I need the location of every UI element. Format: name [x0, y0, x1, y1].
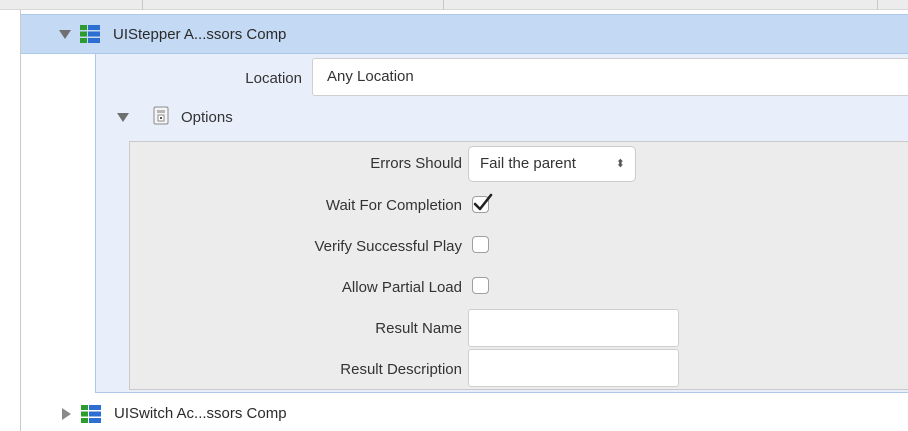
step-title: UISwitch Ac...ssors Comp: [114, 405, 287, 422]
document-options-icon: [153, 106, 171, 126]
wait-for-completion-label: Wait For Completion: [325, 197, 462, 214]
errors-should-value: Fail the parent: [480, 155, 576, 172]
disclosure-triangle-expanded-icon[interactable]: [59, 29, 71, 39]
result-name-label: Result Name: [375, 320, 462, 337]
allow-partial-load-label: Allow Partial Load: [341, 279, 462, 296]
checkmark-icon: [473, 193, 493, 211]
disclosure-triangle-collapsed-icon[interactable]: [62, 407, 71, 420]
options-label: Options: [181, 109, 233, 126]
green-blue-stack-icon: [79, 24, 101, 44]
step-row-uistepper[interactable]: UIStepper A...ssors Comp: [21, 14, 908, 54]
verify-successful-play-checkbox[interactable]: [472, 236, 489, 253]
errors-should-label: Errors Should: [370, 155, 462, 172]
green-blue-stack-icon: [80, 404, 102, 424]
step-row-uiswitch[interactable]: UISwitch Ac...ssors Comp: [21, 396, 908, 431]
select-arrows-icon: ⬍: [615, 158, 625, 170]
options-disclosure-triangle-icon[interactable]: [117, 113, 129, 122]
errors-should-select[interactable]: Fail the parent ⬍: [468, 146, 636, 182]
result-name-input[interactable]: [468, 309, 679, 347]
location-label: Location: [245, 70, 302, 87]
result-description-input[interactable]: [468, 349, 679, 387]
column-header-strip: [0, 0, 908, 10]
step-title: UIStepper A...ssors Comp: [113, 25, 287, 43]
result-description-label: Result Description: [340, 361, 462, 378]
allow-partial-load-checkbox[interactable]: [472, 277, 489, 294]
wait-for-completion-checkbox[interactable]: [472, 193, 493, 213]
location-field[interactable]: Any Location: [312, 58, 908, 96]
verify-successful-play-label: Verify Successful Play: [314, 238, 462, 255]
